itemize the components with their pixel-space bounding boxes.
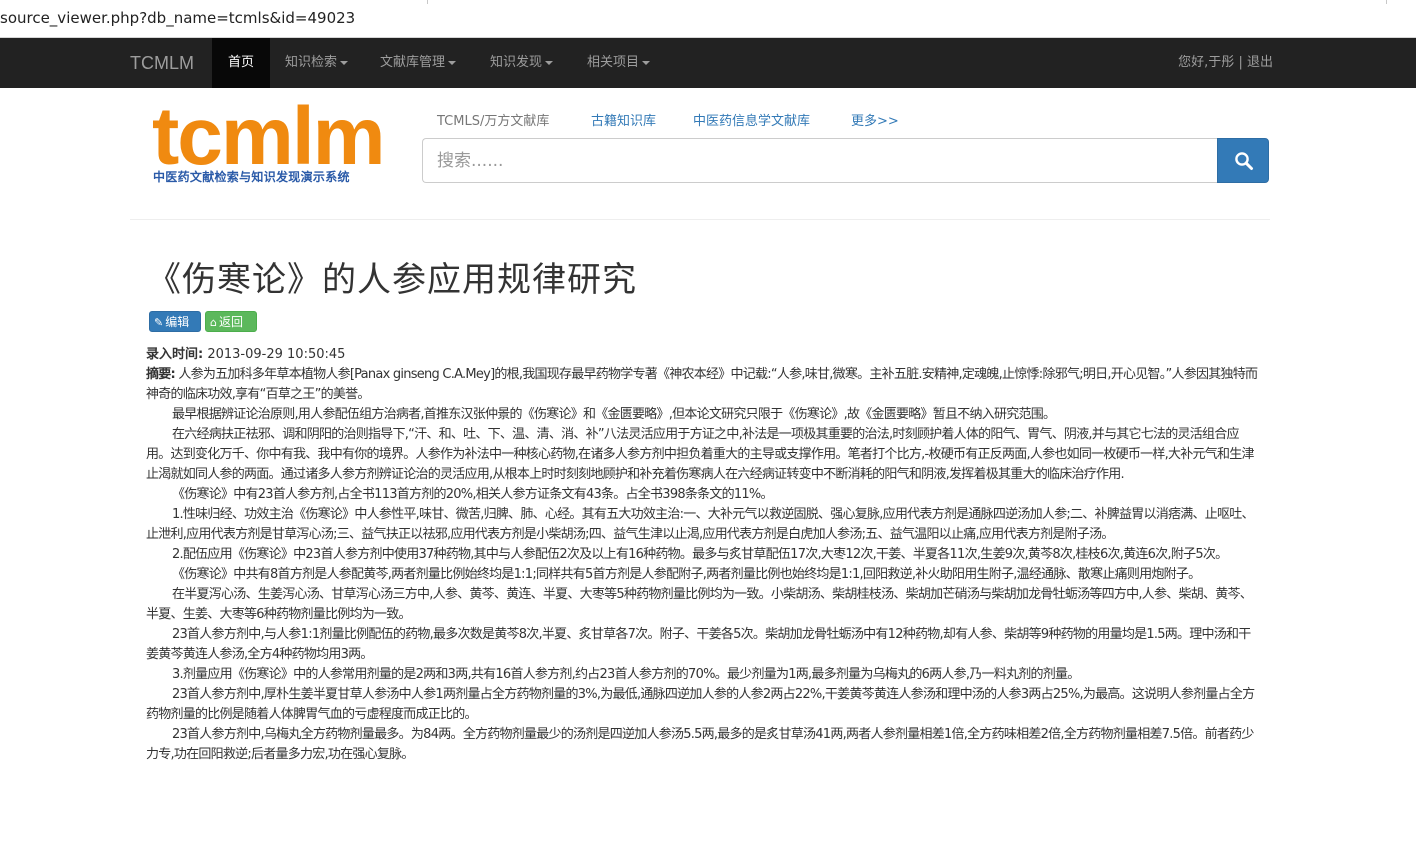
abstract: 摘要: 人参为五加科多年草本植物人参[Panax ginseng C.A.Mey… [146, 365, 1258, 405]
nav-item-label: 相关项目 [587, 55, 640, 70]
user-greeting[interactable]: 您好,于彤 [1178, 55, 1234, 70]
nav-item-knowledge-search[interactable]: 知识检索 [285, 38, 349, 88]
db-link-tcmls[interactable]: TCMLS/万方文献库 [437, 110, 549, 129]
paragraph: 在六经病扶正祛邪、调和阴阳的治则指导下,“汗、和、吐、下、温、清、消、补”八法灵… [146, 427, 1254, 482]
paragraph: 《伤寒论》中共有8首方剂是人参配黄芩,两者剂量比例始终均是1:1;同样共有5首方… [172, 567, 1201, 582]
user-menu: 您好,于彤 | 退出 [1178, 38, 1273, 88]
edit-button[interactable]: ✎ 编辑 [149, 311, 201, 332]
db-link-more[interactable]: 更多>> [851, 110, 899, 129]
search-input[interactable] [422, 138, 1217, 183]
caret-down-icon [545, 60, 554, 65]
entry-time-label: 录入时间: [146, 347, 204, 362]
navbar-brand[interactable]: TCMLM [130, 38, 194, 88]
entry-time-value: 2013-09-29 10:50:45 [207, 347, 346, 362]
paragraph: 2.配伍应用《伤寒论》中23首人参方剂中使用37种药物,其中与人参配伍2次及以上… [172, 547, 1228, 562]
site-logo-subtitle: 中医药文献检索与知识发现演示系统 [153, 170, 350, 184]
entry-time-line: 录入时间: 2013-09-29 10:50:45 [146, 345, 1258, 365]
nav-item-library-management[interactable]: 文献库管理 [380, 38, 457, 88]
header-divider [130, 219, 1270, 220]
back-button[interactable]: ⌂ 返回 [205, 311, 257, 332]
nav-item-label: 首页 [227, 55, 254, 70]
paragraph: 在半夏泻心汤、生姜泻心汤、甘草泻心汤三方中,人参、黄芩、黄连、半夏、大枣等5种药… [146, 587, 1253, 622]
caret-down-icon [642, 60, 651, 65]
paragraph: 3.剂量应用《伤寒论》中的人参常用剂量的是2两和3两,共有16首人参方剂,约占2… [172, 667, 1080, 682]
caret-down-icon [448, 60, 457, 65]
nav-item-label: 知识检索 [285, 55, 338, 70]
paragraph: 最早根据辨证论治原则,用人参配伍组方治病者,首推东汉张仲景的《伤寒论》和《金匮要… [172, 407, 1056, 422]
paragraph: 《伤寒论》中有23首人参方剂,占全书113首方剂的20%,相关人参方证条文有43… [172, 487, 774, 502]
caret-down-icon [340, 60, 349, 65]
logout-link[interactable]: 退出 [1247, 55, 1273, 70]
browser-address-bar[interactable]: source_viewer.php?db_name=tcmls&id=49023 [0, 0, 1416, 38]
abstract-label: 摘要: [146, 367, 176, 382]
abstract-text: 人参为五加科多年草本植物人参[Panax ginseng C.A.Mey]的根,… [146, 367, 1258, 402]
db-link-informatics[interactable]: 中医药信息学文献库 [693, 110, 810, 129]
nav-item-home[interactable]: 首页 [212, 38, 270, 88]
top-navbar: TCMLM 首页 知识检索 文献库管理 知识发现 相关项目 您好,于彤 | 退出 [0, 38, 1416, 88]
nav-separator: | [1238, 55, 1243, 70]
paragraph: 1.性味归经、功效主治《伤寒论》中人参性平,味甘、微苦,归脾、肺、心经。其有五大… [146, 507, 1255, 542]
url-text[interactable]: source_viewer.php?db_name=tcmls&id=49023 [0, 9, 355, 27]
paragraph: 23首人参方剂中,乌梅丸全方药物剂量最多。为84两。全方药物剂量最少的汤剂是四逆… [146, 727, 1254, 762]
page-title: 《伤寒论》的人参应用规律研究 [147, 260, 637, 300]
tab-edge [427, 0, 428, 4]
db-link-ancient-books[interactable]: 古籍知识库 [591, 110, 656, 129]
nav-item-knowledge-discovery[interactable]: 知识发现 [490, 38, 554, 88]
search-button[interactable] [1217, 138, 1269, 183]
edit-button-label: 编辑 [165, 315, 190, 329]
edit-icon: ✎ [154, 316, 164, 329]
back-button-label: 返回 [218, 315, 243, 329]
paragraph: 23首人参方剂中,厚朴生姜半夏甘草人参汤中人参1两剂量占全方药物剂量的3%,为最… [146, 687, 1255, 722]
article-content: 录入时间: 2013-09-29 10:50:45 摘要: 人参为五加科多年草本… [146, 345, 1258, 765]
paragraph: 23首人参方剂中,与人参1:1剂量比例配伍的药物,最多次数是黄芩8次,半夏、炙甘… [146, 627, 1251, 662]
home-icon: ⌂ [210, 316, 217, 329]
nav-item-label: 知识发现 [490, 55, 543, 70]
search-icon [1235, 152, 1253, 170]
nav-item-label: 文献库管理 [380, 55, 446, 70]
nav-item-related-projects[interactable]: 相关项目 [587, 38, 651, 88]
tab-edge [1386, 0, 1387, 4]
